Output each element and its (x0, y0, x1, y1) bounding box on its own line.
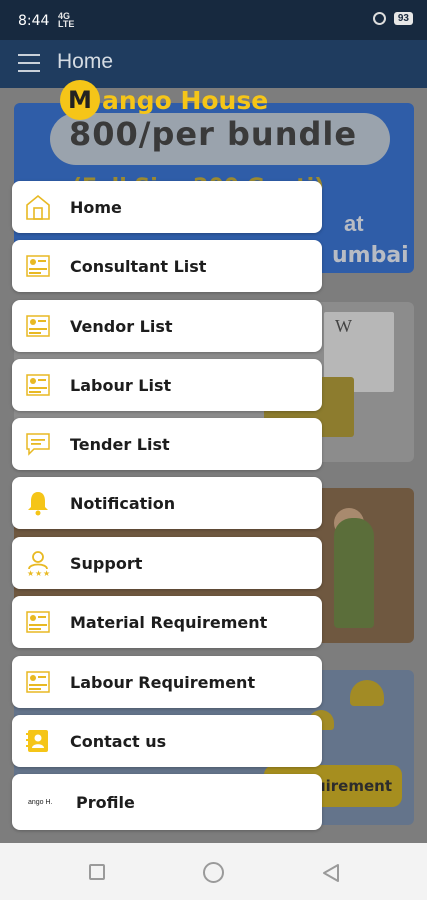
back-icon[interactable] (321, 863, 341, 883)
document-letter: W (335, 316, 352, 336)
profile-logo: ango H. (28, 798, 53, 806)
status-bar: 8:44 4G LTE 93 (0, 0, 427, 40)
page-title: Home (57, 50, 114, 73)
drawer-item-contact-us[interactable]: Contact us (12, 715, 322, 767)
battery-indicator: 93 (393, 12, 413, 25)
bell-icon (23, 488, 53, 518)
home-icon (23, 192, 53, 222)
drawer-item-label: Material Requirement (70, 612, 268, 632)
list-icon (23, 251, 53, 281)
drawer-item-consultant-list[interactable]: Consultant List (12, 240, 322, 292)
list-icon (23, 370, 53, 400)
drawer-item-tender-list[interactable]: Tender List (12, 418, 322, 470)
svg-text:★: ★ (43, 569, 50, 577)
drawer-item-profile[interactable]: ango H. Profile (12, 774, 322, 830)
list-icon (23, 667, 53, 697)
recents-icon[interactable] (89, 864, 105, 880)
drawer-item-label: Notification (70, 493, 176, 513)
support-icon: ★ ★ ★ (23, 548, 53, 578)
home-nav-icon[interactable] (203, 862, 224, 883)
drawer-item-label: Tender List (70, 434, 170, 454)
drawer-item-labour-list[interactable]: Labour List (12, 359, 322, 411)
menu-icon[interactable] (18, 54, 40, 74)
drawer-item-labour-requirement[interactable]: Labour Requirement (12, 656, 322, 708)
svg-text:★: ★ (35, 569, 42, 577)
drawer-item-label: Vendor List (70, 316, 173, 336)
drawer-item-notification[interactable]: Notification (12, 477, 322, 529)
data-saver-icon (372, 12, 386, 25)
banner-at: at (344, 211, 364, 236)
contact-icon (23, 726, 53, 756)
drawer-item-support[interactable]: ★ ★ ★ Support (12, 537, 322, 589)
logo-mark: M (60, 80, 100, 120)
banner-city: umbai (332, 243, 409, 268)
drawer-item-label: Labour Requirement (70, 672, 256, 692)
drawer-item-vendor-list[interactable]: Vendor List (12, 300, 322, 352)
drawer-item-label: Support (70, 553, 143, 573)
helmet-image (350, 680, 384, 706)
network-indicator: 4G LTE (58, 12, 75, 29)
drawer-item-material-requirement[interactable]: Material Requirement (12, 596, 322, 648)
drawer-item-home[interactable]: Home (12, 181, 322, 233)
status-right: 93 (372, 12, 413, 25)
worker-image (334, 518, 374, 628)
list-icon (23, 311, 53, 341)
list-icon (23, 607, 53, 637)
drawer-item-label: Consultant List (70, 256, 207, 276)
svg-text:★: ★ (27, 569, 34, 577)
drawer-item-label: Labour List (70, 375, 172, 395)
system-nav-bar (0, 843, 427, 900)
drawer-item-label: Profile (76, 792, 135, 812)
drawer-item-label: Home (70, 197, 122, 217)
network-line2: LTE (58, 19, 75, 29)
status-time: 8:44 (18, 13, 50, 29)
tender-icon (23, 429, 53, 459)
logo-text: ango House (102, 85, 269, 115)
app-logo: M ango House (60, 80, 268, 120)
drawer-item-label: Contact us (70, 731, 167, 751)
banner-price: 800/per bundle (69, 115, 358, 153)
